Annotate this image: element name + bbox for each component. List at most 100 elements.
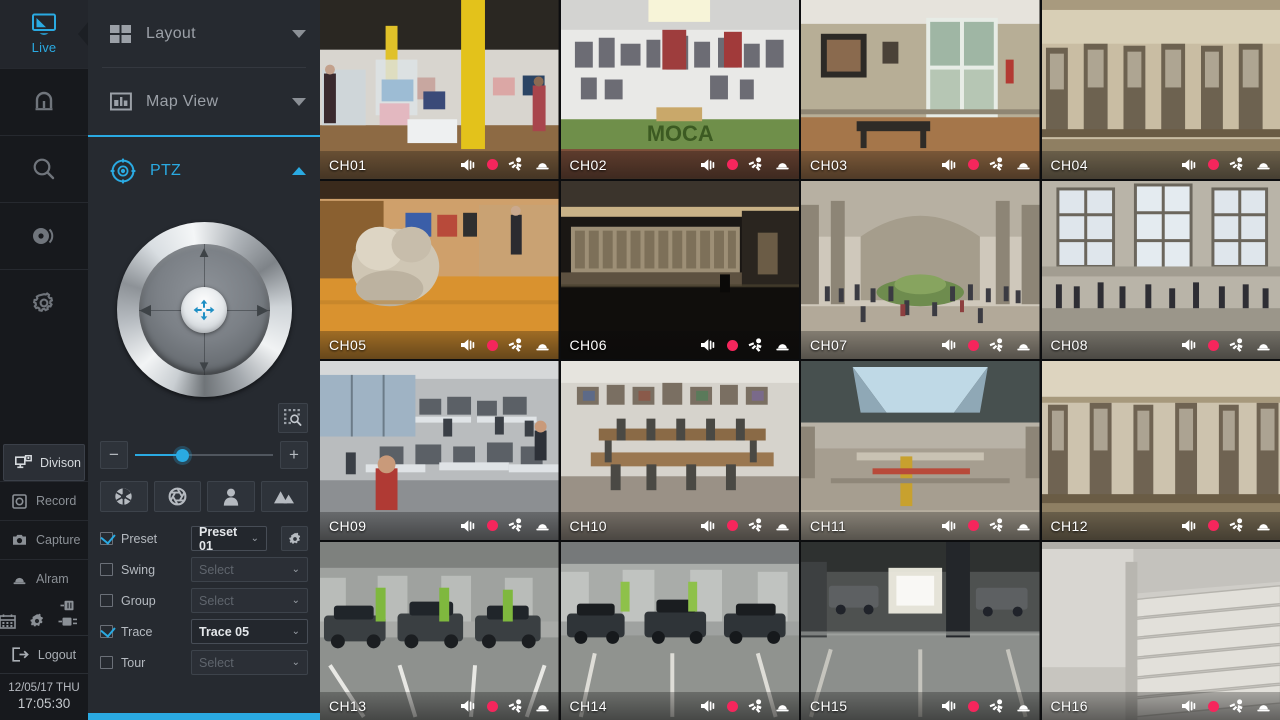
alarm-bell-icon[interactable]	[1256, 519, 1271, 532]
motion-person-icon[interactable]	[748, 337, 765, 353]
alarm-bell-icon[interactable]	[535, 700, 550, 713]
video-tile-ch10[interactable]: CH10	[560, 361, 799, 540]
rail-item-search[interactable]	[0, 135, 88, 202]
panel-section-layout[interactable]: Layout	[88, 0, 320, 67]
video-tile-ch03[interactable]: CH03	[801, 0, 1040, 179]
video-tile-ch13[interactable]: CH13	[320, 541, 559, 720]
alarm-bell-icon[interactable]	[775, 519, 790, 532]
motion-person-icon[interactable]	[1229, 518, 1246, 533]
rail-item-live[interactable]: Live	[0, 0, 88, 68]
speaker-icon[interactable]	[1181, 158, 1198, 172]
alarm-bell-icon[interactable]	[1016, 339, 1031, 352]
tour-checkbox[interactable]	[100, 656, 113, 669]
speaker-icon[interactable]	[941, 519, 958, 533]
joystick-down-arrow[interactable]: ▼	[197, 359, 212, 374]
chevron-up-icon[interactable]	[292, 166, 306, 175]
zoom-out-button[interactable]: −	[100, 441, 128, 469]
zoom-in-button[interactable]: +	[280, 441, 308, 469]
alarm-bell-icon[interactable]	[535, 519, 550, 532]
motion-person-icon[interactable]	[989, 337, 1006, 353]
motion-person-icon[interactable]	[989, 157, 1006, 172]
speaker-icon[interactable]	[460, 338, 477, 352]
logout-button[interactable]: Logout	[0, 635, 88, 673]
alarm-bell-icon[interactable]	[535, 158, 550, 171]
alarm-bell-icon[interactable]	[1256, 158, 1271, 171]
slider-knob[interactable]	[175, 449, 189, 462]
chevron-down-icon[interactable]	[292, 29, 306, 38]
sidebar-item-alarm[interactable]: Alram	[0, 559, 88, 598]
swing-select[interactable]: Select ⌄	[191, 557, 308, 582]
speaker-icon[interactable]	[941, 158, 958, 172]
speaker-icon[interactable]	[941, 699, 958, 713]
motion-person-icon[interactable]	[1229, 337, 1246, 353]
motion-person-icon[interactable]	[989, 698, 1006, 714]
motion-person-icon[interactable]	[508, 698, 525, 714]
video-tile-ch14[interactable]: CH14	[560, 541, 799, 720]
video-tile-ch06[interactable]: CH06	[560, 180, 799, 359]
swing-checkbox[interactable]	[100, 563, 113, 576]
trace-checkbox[interactable]	[100, 625, 113, 638]
motion-person-icon[interactable]	[748, 698, 765, 714]
joystick-right-arrow[interactable]: ▶	[257, 302, 269, 317]
video-tile-ch01[interactable]: CH01	[320, 0, 559, 179]
rail-item-disc[interactable]	[0, 202, 88, 269]
alarm-bell-icon[interactable]	[1256, 339, 1271, 352]
speaker-icon[interactable]	[1181, 519, 1198, 533]
video-tile-ch15[interactable]: CH15	[801, 541, 1040, 720]
chevron-down-icon[interactable]	[292, 97, 306, 106]
joystick-left-arrow[interactable]: ◀	[140, 302, 152, 317]
video-tile-ch12[interactable]: CH12	[1041, 361, 1280, 540]
panel-section-ptz[interactable]: PTZ	[88, 137, 320, 204]
motion-person-icon[interactable]	[1229, 157, 1246, 172]
preset-checkbox[interactable]	[100, 532, 113, 545]
group-checkbox[interactable]	[100, 594, 113, 607]
video-tile-ch08[interactable]: CH08	[1041, 180, 1280, 359]
zoom-slider[interactable]	[135, 441, 273, 469]
motion-person-icon[interactable]	[1229, 698, 1246, 714]
speaker-icon[interactable]	[700, 699, 717, 713]
focus-near-button[interactable]	[207, 481, 255, 512]
alarm-bell-icon[interactable]	[1016, 158, 1031, 171]
alarm-bell-icon[interactable]	[775, 700, 790, 713]
alarm-bell-icon[interactable]	[535, 339, 550, 352]
joystick-center-hub[interactable]	[181, 286, 227, 333]
preset-settings-button[interactable]	[281, 526, 308, 551]
preset-select[interactable]: Preset 01 ⌄	[191, 525, 267, 553]
speaker-icon[interactable]	[460, 158, 477, 172]
sidebar-item-division[interactable]: Divison	[3, 444, 85, 481]
iris-open-button[interactable]	[153, 481, 201, 512]
alarm-bell-icon[interactable]	[775, 158, 790, 171]
sidebar-item-record[interactable]: Record	[0, 481, 88, 520]
trace-select[interactable]: Trace 05 ⌄	[191, 619, 308, 644]
alarm-bell-icon[interactable]	[1016, 700, 1031, 713]
joystick-up-arrow[interactable]: ▲	[197, 245, 212, 260]
rail-item-settings[interactable]	[0, 269, 88, 336]
alarm-bell-icon[interactable]	[775, 339, 790, 352]
video-tile-ch05[interactable]: CH05	[320, 180, 559, 359]
video-tile-ch16[interactable]: CH16	[1041, 541, 1280, 720]
motion-person-icon[interactable]	[508, 157, 525, 172]
video-tile-ch09[interactable]: CH09	[320, 361, 559, 540]
focus-far-button[interactable]	[260, 481, 308, 512]
group-select[interactable]: Select ⌄	[191, 588, 308, 613]
video-tile-ch02[interactable]: MOCA CH02	[560, 0, 799, 179]
speaker-icon[interactable]	[1181, 699, 1198, 713]
speaker-icon[interactable]	[941, 338, 958, 352]
rail-item-playback[interactable]	[0, 68, 88, 135]
speaker-icon[interactable]	[700, 519, 717, 533]
motion-person-icon[interactable]	[508, 518, 525, 533]
alarm-bell-icon[interactable]	[1256, 700, 1271, 713]
video-tile-ch07[interactable]: CH07	[801, 180, 1040, 359]
tour-select[interactable]: Select ⌄	[191, 650, 308, 675]
speaker-icon[interactable]	[700, 338, 717, 352]
ptz-joystick[interactable]: ▲ ▼ ◀ ▶	[116, 222, 292, 397]
sidebar-item-capture[interactable]: Capture	[0, 520, 88, 559]
speaker-icon[interactable]	[460, 519, 477, 533]
speaker-icon[interactable]	[700, 158, 717, 172]
panel-section-mapview[interactable]: Map View	[88, 68, 320, 135]
motion-person-icon[interactable]	[508, 337, 525, 353]
speaker-icon[interactable]	[1181, 338, 1198, 352]
motion-person-icon[interactable]	[748, 157, 765, 172]
motion-person-icon[interactable]	[748, 518, 765, 533]
area-zoom-button[interactable]	[278, 403, 308, 433]
